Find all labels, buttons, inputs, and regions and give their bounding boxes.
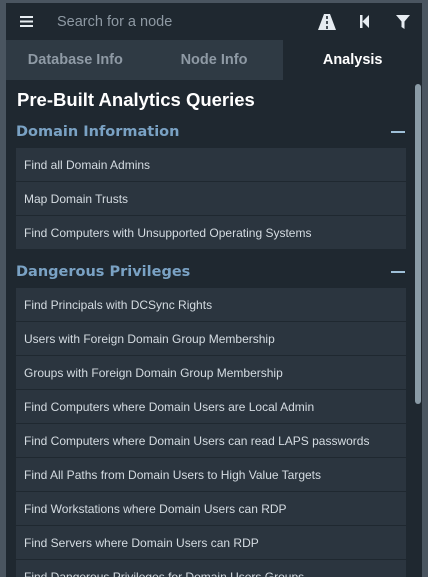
filter-icon [396, 14, 410, 29]
filter-button[interactable] [384, 3, 422, 40]
section-title: Domain Information [16, 124, 180, 140]
analysis-content: Pre-Built Analytics Queries Domain Infor… [6, 80, 422, 577]
page-title: Pre-Built Analytics Queries [17, 89, 255, 110]
search-input[interactable] [46, 6, 308, 37]
query-item[interactable]: Map Domain Trusts [16, 182, 406, 215]
query-item[interactable]: Find Computers where Domain Users can re… [16, 424, 406, 457]
query-item[interactable]: Find all Domain Admins [16, 148, 406, 181]
road-icon [318, 13, 336, 30]
query-item[interactable]: Find Computers with Unsupported Operatin… [16, 216, 406, 249]
query-item[interactable]: Groups with Foreign Domain Group Members… [16, 356, 406, 389]
query-item[interactable]: Users with Foreign Domain Group Membersh… [16, 322, 406, 355]
collapse-icon[interactable] [390, 124, 406, 140]
tab-bar: Database Info Node Info Analysis [6, 40, 422, 80]
query-item[interactable]: Find Principals with DCSync Rights [16, 288, 406, 321]
section-header-dangerous-privileges[interactable]: Dangerous Privileges [16, 260, 406, 284]
tab-node-info[interactable]: Node Info [144, 40, 284, 80]
query-item[interactable]: Find Computers where Domain Users are Lo… [16, 390, 406, 423]
query-item[interactable]: Find Workstations where Domain Users can… [16, 492, 406, 525]
section-title: Dangerous Privileges [16, 264, 191, 280]
menu-button[interactable] [6, 3, 46, 40]
tab-database-info[interactable]: Database Info [6, 40, 145, 80]
query-list-dangerous-privileges: Find Principals with DCSync Rights Users… [16, 288, 406, 577]
pathfinding-button[interactable] [308, 3, 346, 40]
query-item[interactable]: Find Servers where Domain Users can RDP [16, 526, 406, 559]
back-button[interactable] [346, 3, 384, 40]
search-bar [6, 3, 422, 40]
sidebar-panel: Database Info Node Info Analysis Pre-Bui… [6, 3, 422, 577]
scrollbar-thumb[interactable] [415, 84, 421, 404]
query-item[interactable]: Find All Paths from Domain Users to High… [16, 458, 406, 491]
step-backward-icon [360, 15, 369, 28]
hamburger-menu-icon [19, 16, 33, 27]
query-list-domain-information: Find all Domain Admins Map Domain Trusts… [16, 148, 406, 250]
query-item[interactable]: Find Dangerous Privileges for Domain Use… [16, 560, 406, 577]
section-header-domain-information[interactable]: Domain Information [16, 120, 406, 144]
collapse-icon[interactable] [390, 264, 406, 280]
tab-analysis[interactable]: Analysis [283, 40, 422, 80]
